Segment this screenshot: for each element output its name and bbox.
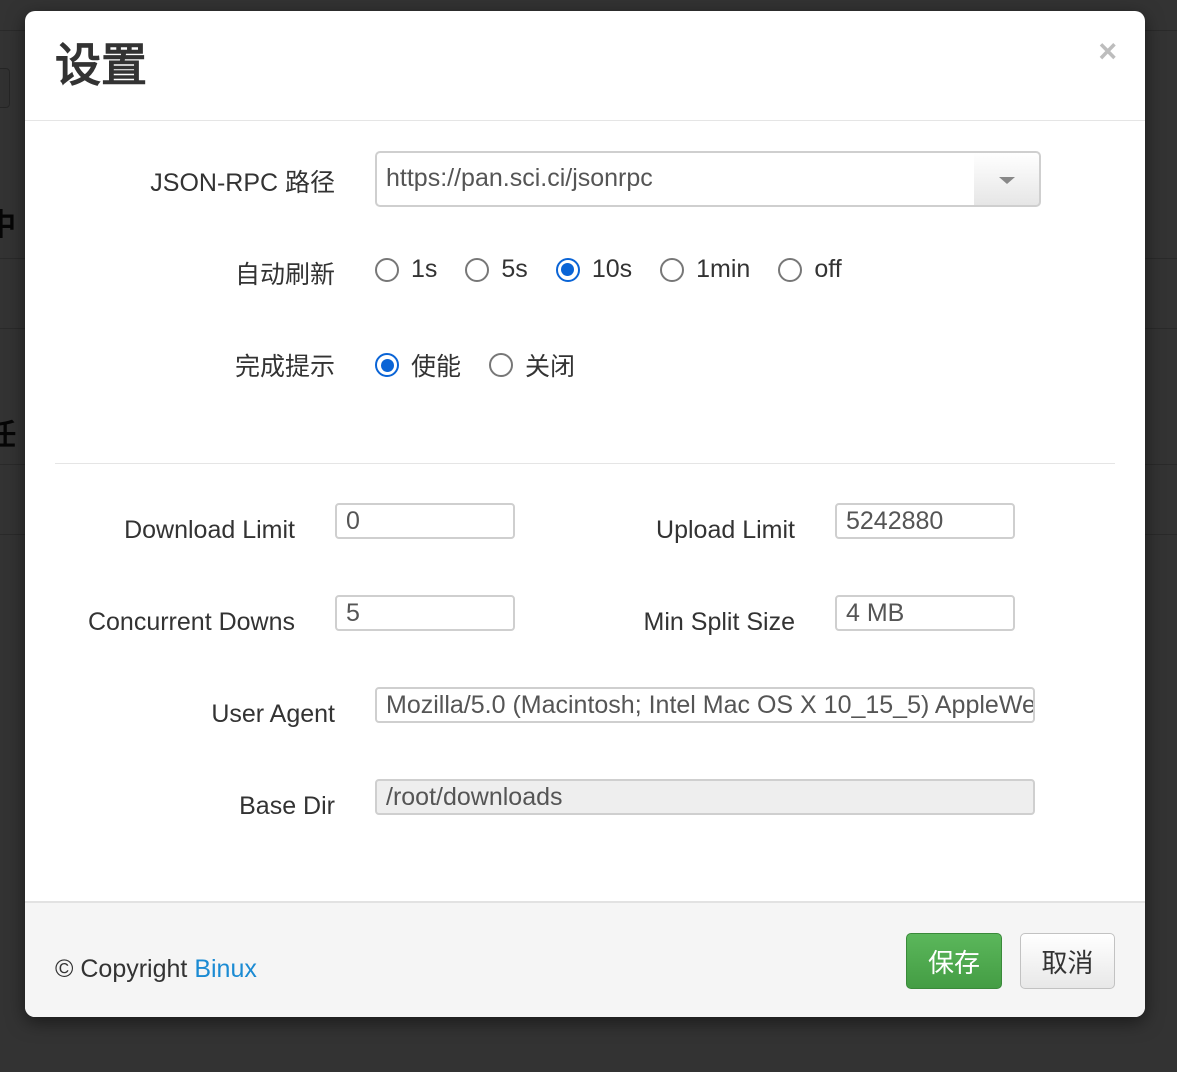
auto-refresh-option-off[interactable]: off <box>778 255 842 284</box>
min-split-size-input[interactable]: 4 MB <box>835 595 1015 631</box>
radio-label: 1s <box>411 255 438 283</box>
concurrent-downloads-label: Concurrent Downs <box>87 608 295 636</box>
auto-refresh-option-1s[interactable]: 1s <box>375 255 437 284</box>
copyright-text: © Copyright Binux <box>55 955 257 984</box>
radio-icon[interactable] <box>778 257 803 282</box>
radio-icon[interactable] <box>375 257 399 282</box>
notify-label: 完成提示 <box>234 353 335 381</box>
radio-label: 使能 <box>411 353 462 381</box>
save-button[interactable]: 保存 <box>906 933 1002 989</box>
radio-label: 10s <box>591 255 633 283</box>
close-icon[interactable]: × <box>1098 35 1117 67</box>
radio-icon[interactable] <box>489 353 514 377</box>
radio-label: 1min <box>696 255 751 283</box>
radio-icon[interactable] <box>660 257 685 282</box>
section-divider <box>55 463 1115 464</box>
upload-limit-input[interactable]: 5242880 <box>835 503 1015 539</box>
copyright-prefix: © Copyright <box>55 955 195 983</box>
auto-refresh-options: 1s 5s 10s 1min off <box>375 255 842 284</box>
download-limit-label: Download Limit <box>124 516 295 544</box>
radio-label: 关闭 <box>525 353 576 381</box>
author-link[interactable]: Binux <box>194 955 257 983</box>
radio-checked-icon[interactable] <box>375 353 399 377</box>
auto-refresh-option-1min[interactable]: 1min <box>660 255 750 284</box>
auto-refresh-option-5s[interactable]: 5s <box>465 255 528 284</box>
radio-label: 5s <box>501 255 528 283</box>
base-dir-input: /root/downloads <box>375 779 1035 815</box>
rpc-history-dropdown-button[interactable] <box>974 151 1041 207</box>
user-agent-label: User Agent <box>211 700 335 728</box>
auto-refresh-option-10s[interactable]: 10s <box>555 255 633 284</box>
cancel-button[interactable]: 取消 <box>1020 933 1115 989</box>
concurrent-downloads-input[interactable]: 5 <box>335 595 515 631</box>
rpc-path-label: JSON-RPC 路径 <box>150 169 335 197</box>
notify-options: 使能 关闭 <box>375 347 575 383</box>
radio-label: off <box>814 255 842 283</box>
radio-checked-icon[interactable] <box>555 257 580 282</box>
rpc-path-input[interactable]: https://pan.sci.ci/jsonrpc <box>375 151 975 207</box>
chevron-down-icon <box>999 177 1015 184</box>
min-split-size-label: Min Split Size <box>643 608 795 636</box>
notify-option-disable[interactable]: 关闭 <box>489 347 575 383</box>
radio-icon[interactable] <box>465 257 490 282</box>
auto-refresh-label: 自动刷新 <box>234 261 335 289</box>
settings-modal: 设置 × JSON-RPC 路径 https://pan.sci.ci/json… <box>25 11 1145 1017</box>
base-dir-label: Base Dir <box>239 792 335 820</box>
user-agent-input[interactable]: Mozilla/5.0 (Macintosh; Intel Mac OS X 1… <box>375 687 1035 723</box>
modal-footer: © Copyright Binux 保存 取消 <box>25 901 1145 1017</box>
modal-header: 设置 × <box>25 11 1145 121</box>
upload-limit-label: Upload Limit <box>656 516 795 544</box>
notify-option-enable[interactable]: 使能 <box>375 347 461 383</box>
modal-title: 设置 <box>55 38 147 92</box>
download-limit-input[interactable]: 0 <box>335 503 515 539</box>
